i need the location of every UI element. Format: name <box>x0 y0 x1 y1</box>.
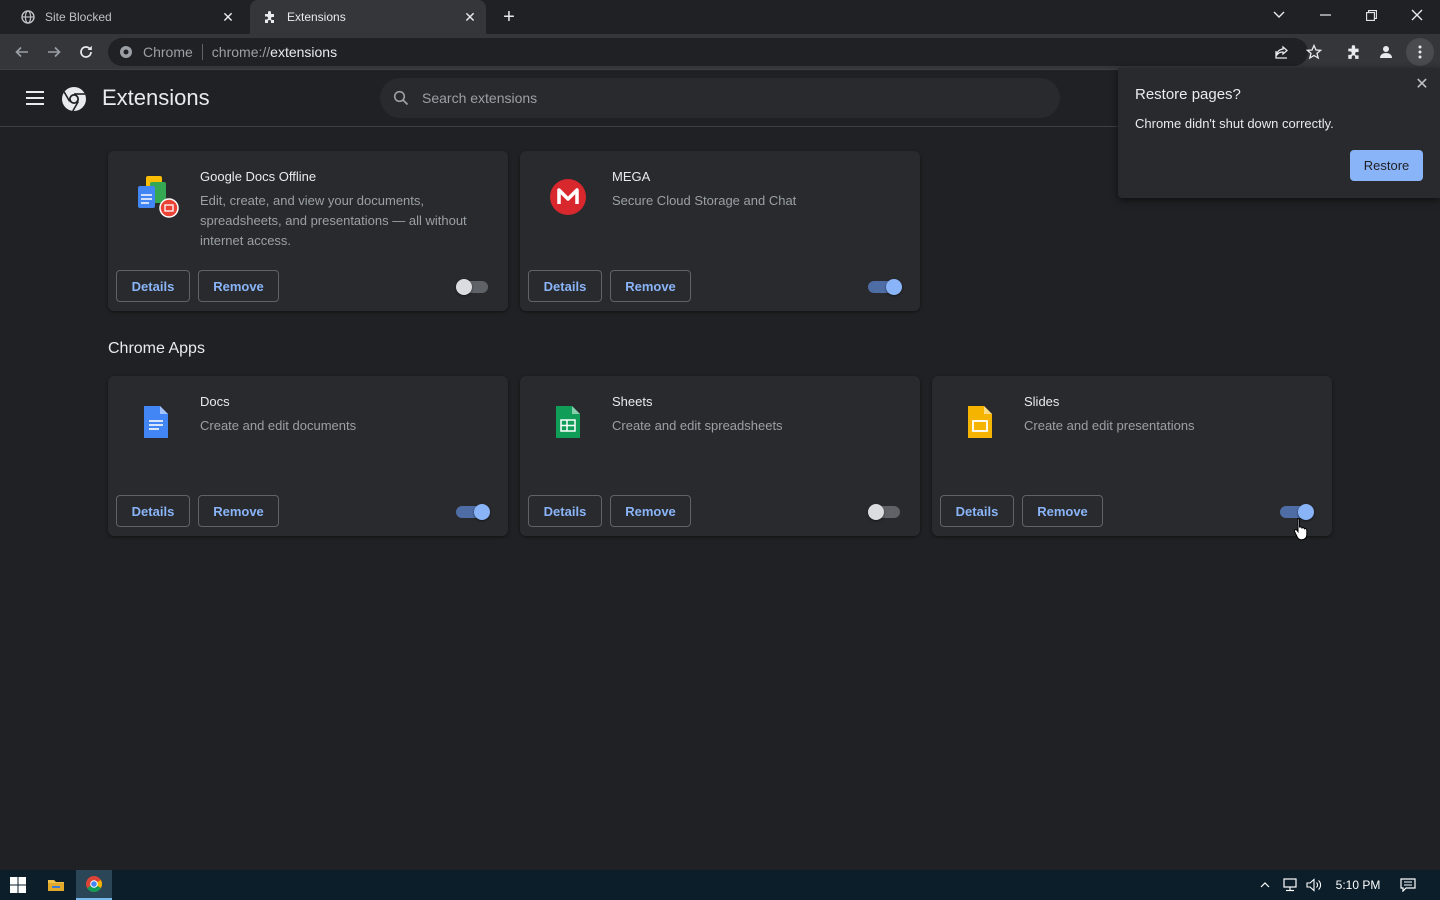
remove-button[interactable]: Remove <box>1022 495 1103 527</box>
app-card-sheets: Sheets Create and edit spreadsheets Deta… <box>520 376 920 536</box>
enable-toggle[interactable] <box>456 504 490 520</box>
google-sheets-icon <box>544 398 592 446</box>
extensions-puzzle-icon[interactable] <box>1340 38 1368 66</box>
extension-description: Edit, create, and view your documents, s… <box>200 193 467 248</box>
remove-button[interactable]: Remove <box>198 270 279 302</box>
extension-card-mega: MEGA Secure Cloud Storage and Chat Detai… <box>520 151 920 311</box>
share-icon[interactable] <box>1268 38 1296 66</box>
windows-start-icon[interactable] <box>0 870 36 900</box>
tray-chevron-up-icon[interactable] <box>1256 870 1274 900</box>
windows-taskbar: 5:10 PM <box>0 870 1440 900</box>
address-bar[interactable]: Chrome chrome:// extensions <box>108 38 1308 66</box>
remove-button[interactable]: Remove <box>198 495 279 527</box>
divider <box>201 44 203 60</box>
forward-arrow-icon[interactable] <box>40 38 68 66</box>
url-path: extensions <box>270 44 338 60</box>
popup-title: Restore pages? <box>1135 86 1241 103</box>
tab-site-blocked[interactable]: Site Blocked ✕ <box>8 0 244 34</box>
tab-strip: Site Blocked ✕ Extensions ✕ + <box>0 0 1440 34</box>
close-window-button[interactable] <box>1394 0 1440 30</box>
search-input[interactable] <box>422 90 1022 106</box>
enable-toggle[interactable] <box>1280 504 1314 520</box>
file-explorer-icon[interactable] <box>38 870 74 900</box>
enable-toggle[interactable] <box>868 279 902 295</box>
new-tab-button[interactable]: + <box>498 6 520 28</box>
restore-window-button[interactable] <box>1348 0 1394 30</box>
chrome-taskbar-icon[interactable] <box>76 870 112 900</box>
hamburger-menu-icon[interactable] <box>26 87 48 109</box>
action-center-icon[interactable] <box>1396 870 1420 900</box>
back-arrow-icon[interactable] <box>8 38 36 66</box>
details-button[interactable]: Details <box>116 270 190 302</box>
bookmark-star-icon[interactable] <box>1300 38 1328 66</box>
app-name: Docs <box>200 394 230 409</box>
remove-button[interactable]: Remove <box>610 495 691 527</box>
close-icon[interactable]: ✕ <box>1412 74 1432 94</box>
app-name: Slides <box>1024 394 1060 409</box>
close-tab-icon[interactable]: ✕ <box>460 7 480 27</box>
restore-pages-popup: Restore pages? Chrome didn't shut down c… <box>1118 68 1440 198</box>
minimize-button[interactable] <box>1302 0 1348 30</box>
app-description: Create and edit spreadsheets <box>612 418 783 433</box>
taskbar-clock[interactable]: 5:10 PM <box>1330 870 1386 900</box>
extension-card-google-docs-offline: Google Docs Offline Edit, create, and vi… <box>108 151 508 311</box>
search-box[interactable] <box>380 78 1060 118</box>
url-scheme: chrome:// <box>211 44 271 60</box>
extensions-logo-icon <box>61 86 87 112</box>
hand-cursor-icon <box>1293 517 1309 541</box>
app-card-slides: Slides Create and edit presentations Det… <box>932 376 1332 536</box>
browser-toolbar: Chrome chrome:// extensions <box>0 34 1440 70</box>
page-title: Extensions <box>102 85 210 110</box>
app-description: Create and edit documents <box>200 418 357 433</box>
puzzle-icon <box>262 9 278 25</box>
extension-name: MEGA <box>612 169 651 184</box>
google-slides-icon <box>956 398 1004 446</box>
tab-label: Extensions <box>287 10 346 24</box>
details-button[interactable]: Details <box>528 270 602 302</box>
app-name: Sheets <box>612 394 653 409</box>
restore-button[interactable]: Restore <box>1350 150 1423 181</box>
globe-icon <box>20 9 36 25</box>
menu-kebab-icon[interactable] <box>1406 38 1434 66</box>
reload-icon[interactable] <box>72 38 100 66</box>
profile-icon[interactable] <box>1372 38 1400 66</box>
enable-toggle[interactable] <box>868 504 902 520</box>
chrome-site-icon <box>119 45 133 59</box>
app-card-docs: Docs Create and edit documents Details R… <box>108 376 508 536</box>
close-tab-icon[interactable]: ✕ <box>218 7 238 27</box>
search-icon <box>393 90 409 106</box>
extension-description: Secure Cloud Storage and Chat <box>612 193 797 208</box>
mega-logo-icon <box>544 173 592 221</box>
google-docs-icon <box>132 398 180 446</box>
section-title-chrome-apps: Chrome Apps <box>108 340 205 357</box>
details-button[interactable]: Details <box>528 495 602 527</box>
google-docs-offline-icon <box>132 173 180 221</box>
details-button[interactable]: Details <box>116 495 190 527</box>
app-description: Create and edit presentations <box>1024 418 1195 433</box>
tab-label: Site Blocked <box>45 10 112 24</box>
tab-search-icon[interactable] <box>1256 0 1302 30</box>
details-button[interactable]: Details <box>940 495 1014 527</box>
remove-button[interactable]: Remove <box>610 270 691 302</box>
network-icon[interactable] <box>1280 870 1300 900</box>
enable-toggle[interactable] <box>456 279 490 295</box>
popup-message: Chrome didn't shut down correctly. <box>1135 116 1334 131</box>
extension-name: Google Docs Offline <box>200 169 317 184</box>
site-chip-label: Chrome <box>143 44 193 60</box>
volume-icon[interactable] <box>1304 870 1324 900</box>
tab-extensions[interactable]: Extensions ✕ <box>250 0 486 34</box>
